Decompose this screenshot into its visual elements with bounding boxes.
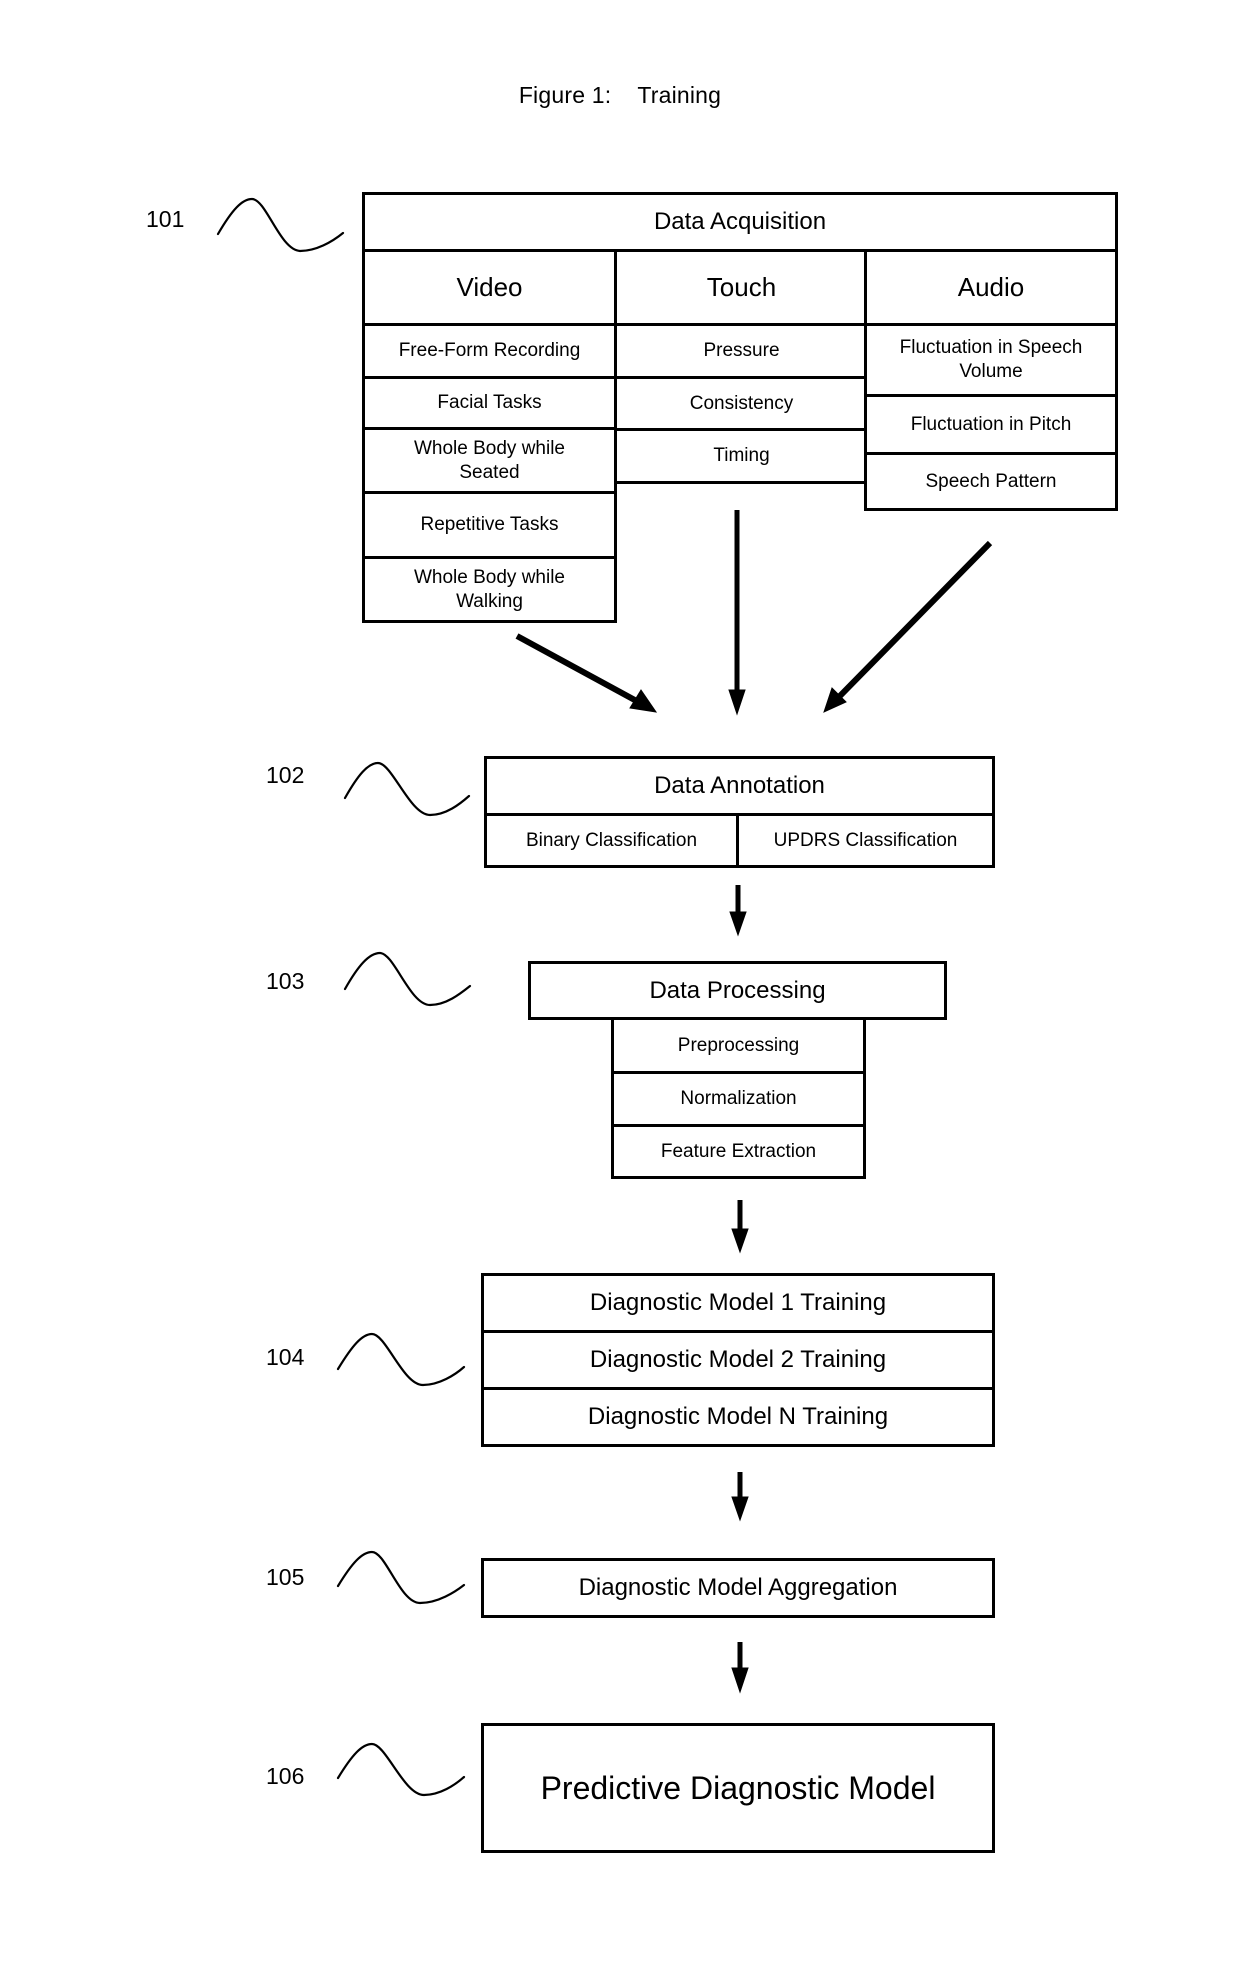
processing-item: Feature Extraction xyxy=(611,1124,866,1179)
touch-item: Pressure xyxy=(614,323,869,379)
wave-106-icon xyxy=(336,1742,466,1797)
data-acquisition-header: Data Acquisition xyxy=(362,192,1118,252)
ref-label-105: 105 xyxy=(266,1564,305,1590)
audio-item: Speech Pattern xyxy=(864,452,1118,511)
arrow-head-icon xyxy=(629,689,658,713)
model-aggregation-box: Diagnostic Model Aggregation xyxy=(481,1558,995,1618)
arrow-head-icon xyxy=(731,1496,749,1522)
arrow-head-icon xyxy=(729,911,747,937)
arrow-head-icon xyxy=(728,689,746,716)
figure-title: Figure 1: Training xyxy=(518,82,722,108)
audio-column-header: Audio xyxy=(864,249,1118,326)
ref-label-103: 103 xyxy=(266,968,305,994)
processing-item: Normalization xyxy=(611,1071,866,1127)
wave-102-icon xyxy=(343,761,471,817)
wave-103-icon xyxy=(343,951,472,1007)
arrow-audio-to-annotation xyxy=(831,540,993,705)
video-item: Facial Tasks xyxy=(362,376,617,430)
arrow-head-icon xyxy=(731,1667,749,1694)
wave-104-icon xyxy=(336,1332,466,1387)
ref-label-104: 104 xyxy=(266,1344,305,1370)
arrow-head-icon xyxy=(731,1228,749,1254)
arrow-head-icon xyxy=(823,687,847,713)
wave-105-icon xyxy=(336,1550,466,1605)
arrow-video-to-annotation xyxy=(515,633,646,708)
video-item: Free-Form Recording xyxy=(362,323,617,379)
wave-101-icon xyxy=(216,197,345,253)
predictive-model-box: Predictive Diagnostic Model xyxy=(481,1723,995,1853)
touch-item: Consistency xyxy=(614,376,869,431)
ref-label-102: 102 xyxy=(266,762,305,788)
video-column-header: Video xyxy=(362,249,617,326)
processing-item: Preprocessing xyxy=(611,1017,866,1074)
annotation-item-binary: Binary Classification xyxy=(484,813,739,868)
training-item: Diagnostic Model N Training xyxy=(481,1387,995,1447)
data-annotation-header: Data Annotation xyxy=(484,756,995,816)
video-item: Repetitive Tasks xyxy=(362,491,617,559)
audio-item: Fluctuation in Speech Volume xyxy=(864,323,1118,397)
training-item: Diagnostic Model 1 Training xyxy=(481,1273,995,1333)
touch-column-header: Touch xyxy=(614,249,869,326)
video-item: Whole Body while Seated xyxy=(362,427,617,494)
annotation-item-updrs: UPDRS Classification xyxy=(736,813,995,868)
audio-item: Fluctuation in Pitch xyxy=(864,394,1118,455)
ref-label-101: 101 xyxy=(146,206,185,232)
ref-label-106: 106 xyxy=(266,1763,305,1789)
video-item: Whole Body while Walking xyxy=(362,556,617,623)
touch-item: Timing xyxy=(614,428,869,484)
training-item: Diagnostic Model 2 Training xyxy=(481,1330,995,1390)
data-processing-header: Data Processing xyxy=(528,961,947,1020)
